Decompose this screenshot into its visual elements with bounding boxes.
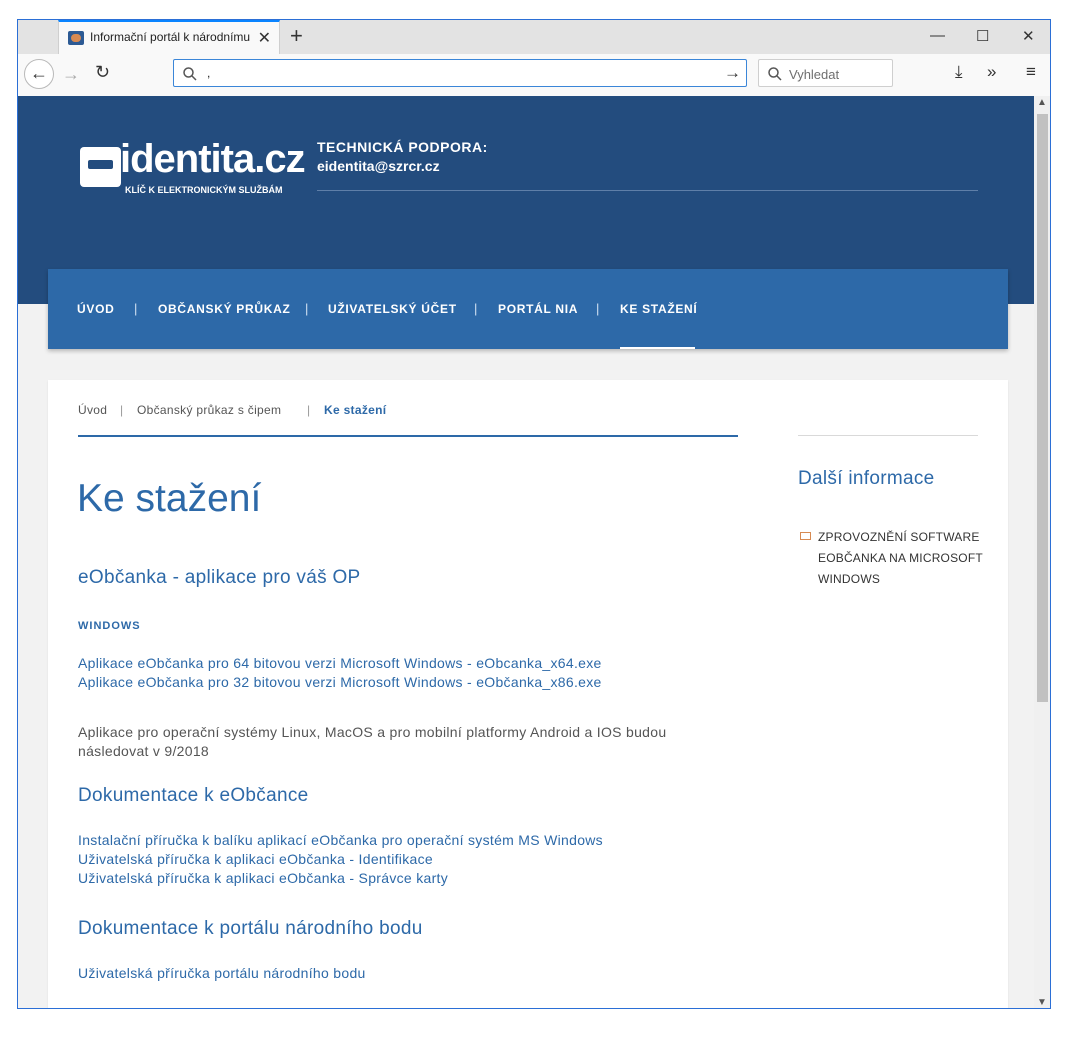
- breadcrumb-item-uvod[interactable]: Úvod: [78, 403, 107, 417]
- search-icon: [768, 67, 782, 81]
- breadcrumb-item-current: Ke stažení: [324, 403, 387, 417]
- doc-link-spravce-karty[interactable]: Uživatelská příručka k aplikaci eObčanka…: [78, 870, 448, 886]
- download-link-x86[interactable]: Aplikace eObčanka pro 32 bitovou verzi M…: [78, 674, 602, 690]
- go-arrow-icon[interactable]: →: [724, 63, 741, 83]
- nav-item-portal-nia[interactable]: PORTÁL NIA: [498, 302, 578, 316]
- close-window-icon[interactable]: ✕: [1022, 27, 1035, 45]
- nav-separator: |: [474, 301, 478, 316]
- logo-text: identita.cz: [120, 137, 306, 181]
- new-tab-icon[interactable]: +: [290, 23, 303, 49]
- minimize-icon[interactable]: —: [930, 27, 945, 44]
- browser-tab[interactable]: Informační portál k národnímu ✕: [58, 20, 280, 54]
- page-title: Ke stažení: [77, 477, 262, 520]
- breadcrumb-item-obcansky-prukaz[interactable]: Občanský průkaz s čipem: [137, 403, 281, 417]
- divider: [317, 190, 978, 191]
- logo-e-icon: [80, 147, 121, 187]
- scrollbar-thumb[interactable]: [1037, 114, 1048, 702]
- back-icon[interactable]: ←: [24, 59, 54, 89]
- tab-title: Informační portál k národnímu: [90, 30, 251, 44]
- link-bullet-icon: [800, 532, 811, 540]
- section-heading-portal-dokumentace: Dokumentace k portálu národního bodu: [78, 918, 423, 939]
- page-viewport: identita.cz KLÍČ K ELEKTRONICKÝM SLUŽBÁM…: [18, 96, 1034, 1008]
- nav-item-uzivatelsky-ucet[interactable]: UŽIVATELSKÝ ÚČET: [328, 302, 457, 316]
- url-bar[interactable]: , →: [173, 59, 747, 87]
- download-icon[interactable]: ⤓: [955, 62, 963, 82]
- search-icon: [183, 67, 197, 81]
- url-text: ,: [207, 66, 211, 80]
- breadcrumb-separator: |: [307, 403, 311, 417]
- vertical-scrollbar[interactable]: ▲ ▼: [1034, 96, 1050, 1008]
- active-nav-indicator: [620, 347, 695, 349]
- nav-item-obcansky-prukaz[interactable]: OBČANSKÝ PRŮKAZ: [158, 302, 291, 316]
- download-link-x64[interactable]: Aplikace eObčanka pro 64 bitovou verzi M…: [78, 655, 602, 671]
- support-title: TECHNICKÁ PODPORA:: [317, 139, 488, 155]
- search-placeholder: Vyhledat: [789, 67, 840, 82]
- sidebar-title: Další informace: [798, 468, 935, 489]
- support-email[interactable]: eidentita@szrcr.cz: [317, 158, 440, 174]
- search-input[interactable]: Vyhledat: [758, 59, 893, 87]
- overflow-chevron-icon[interactable]: »: [987, 62, 996, 82]
- nav-separator: |: [596, 301, 600, 316]
- sidebar-divider: [798, 435, 978, 436]
- doc-link-portal-guide[interactable]: Uživatelská příručka portálu národního b…: [78, 965, 366, 981]
- favicon-icon: [68, 31, 84, 45]
- browser-window: Informační portál k národnímu ✕ + — ☐ ✕ …: [17, 19, 1051, 1009]
- close-tab-icon[interactable]: ✕: [258, 28, 271, 48]
- menu-icon[interactable]: ≡: [1026, 62, 1036, 82]
- nav-item-ke-stazeni[interactable]: KE STAŽENÍ: [620, 302, 697, 316]
- site-logo[interactable]: identita.cz KLÍČ K ELEKTRONICKÝM SLUŽBÁM: [80, 137, 306, 203]
- scroll-down-icon[interactable]: ▼: [1037, 997, 1047, 1008]
- scroll-up-icon[interactable]: ▲: [1037, 97, 1047, 108]
- logo-tagline: KLÍČ K ELEKTRONICKÝM SLUŽBÁM: [125, 185, 283, 195]
- section-heading-dokumentace-eobcanka: Dokumentace k eObčance: [78, 785, 309, 806]
- browser-toolbar: ← → ↻ , → Vyhledat ⤓ » ≡: [18, 54, 1050, 97]
- platform-note: Aplikace pro operační systémy Linux, Mac…: [78, 724, 667, 759]
- doc-link-identifikace[interactable]: Uživatelská příručka k aplikaci eObčanka…: [78, 851, 433, 867]
- content-card: Úvod | Občanský průkaz s čipem | Ke staž…: [48, 380, 1008, 1008]
- section-heading-eobcanka: eObčanka - aplikace pro váš OP: [78, 567, 361, 588]
- breadcrumb-divider: [78, 435, 738, 437]
- doc-link-install-guide[interactable]: Instalační příručka k balíku aplikací eO…: [78, 832, 603, 848]
- breadcrumb-separator: |: [120, 403, 124, 417]
- maximize-icon[interactable]: ☐: [976, 27, 989, 45]
- sidebar-link-zprovozneni[interactable]: ZPROVOZNĚNÍ SOFTWARE EOBČANKA NA MICROSO…: [818, 527, 983, 590]
- nav-item-uvod[interactable]: ÚVOD: [77, 302, 114, 316]
- tab-bar: Informační portál k národnímu ✕ + — ☐ ✕: [18, 20, 1050, 54]
- reload-icon[interactable]: ↻: [95, 62, 110, 83]
- main-navigation: ÚVOD | OBČANSKÝ PRŮKAZ | UŽIVATELSKÝ ÚČE…: [48, 269, 1008, 349]
- nav-separator: |: [305, 301, 309, 316]
- nav-separator: |: [134, 301, 138, 316]
- subheading-windows: WINDOWS: [78, 620, 141, 632]
- forward-icon[interactable]: →: [62, 64, 80, 85]
